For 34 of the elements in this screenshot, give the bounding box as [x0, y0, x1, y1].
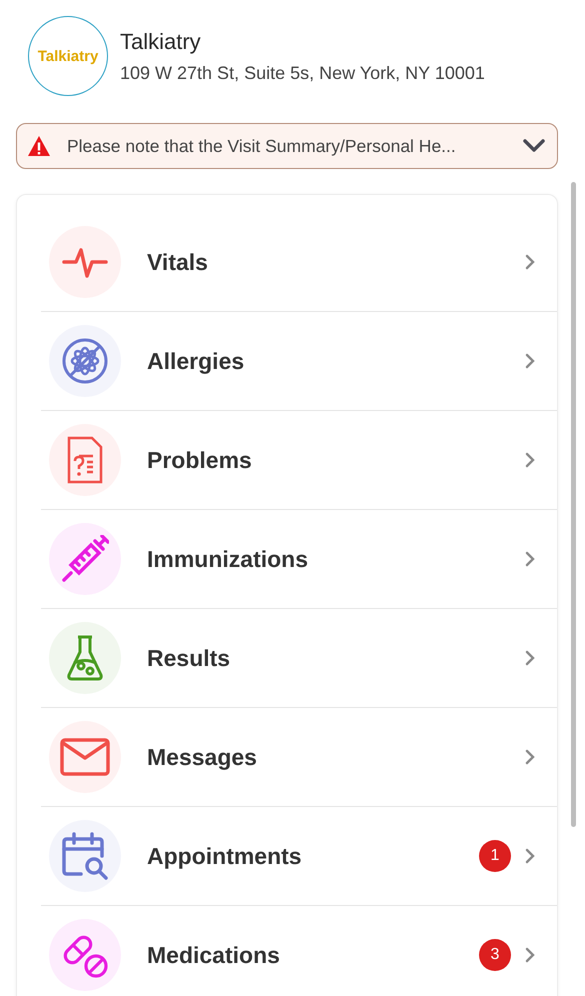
chevron-right-icon	[525, 452, 535, 468]
menu-label: Allergies	[147, 348, 246, 374]
menu-item[interactable]: Vitals	[41, 213, 557, 312]
menu-label: Medications	[147, 942, 281, 968]
menu-label: Messages	[147, 744, 258, 770]
notice-banner[interactable]: Please note that the Visit Summary/Personal He...	[16, 123, 558, 169]
chevron-right-icon	[525, 749, 535, 765]
chevron-right-icon	[525, 353, 535, 369]
chevron-right-icon	[525, 254, 535, 270]
menu-item[interactable]: Immunizations	[41, 510, 557, 609]
menu-label: Results	[147, 644, 232, 672]
logo: Talkiatry	[28, 16, 108, 96]
practice-address: 109 W 27th St, Suite 5s, New York, NY 10001	[120, 62, 485, 84]
menu-item[interactable]: Problems	[41, 411, 557, 510]
notice-text: Please note that the Visit Summary/Personal He...	[67, 136, 457, 156]
chevron-right-icon	[525, 551, 535, 567]
count-badge: 1	[479, 840, 511, 872]
menu-label: Appointments	[147, 842, 303, 870]
menu-label: Vitals	[147, 248, 209, 276]
menu-item[interactable]: Medications 3	[41, 906, 557, 996]
menu-item[interactable]: Messages	[41, 708, 557, 807]
chevron-right-icon	[525, 848, 535, 864]
count-badge: 3	[479, 939, 511, 971]
menu-item[interactable]: Appointments 1	[41, 807, 557, 906]
menu-item[interactable]: Results	[41, 609, 557, 708]
warning-icon	[27, 135, 51, 157]
scrollbar[interactable]	[571, 182, 576, 827]
practice-name: Talkiatry	[120, 28, 202, 54]
chevron-right-icon	[525, 947, 535, 963]
menu-label: Problems	[147, 446, 253, 474]
chevron-right-icon	[525, 650, 535, 666]
chevron-icon	[523, 139, 545, 153]
menu-label: Immunizations	[147, 546, 310, 572]
menu-item[interactable]: Allergies	[41, 312, 557, 411]
